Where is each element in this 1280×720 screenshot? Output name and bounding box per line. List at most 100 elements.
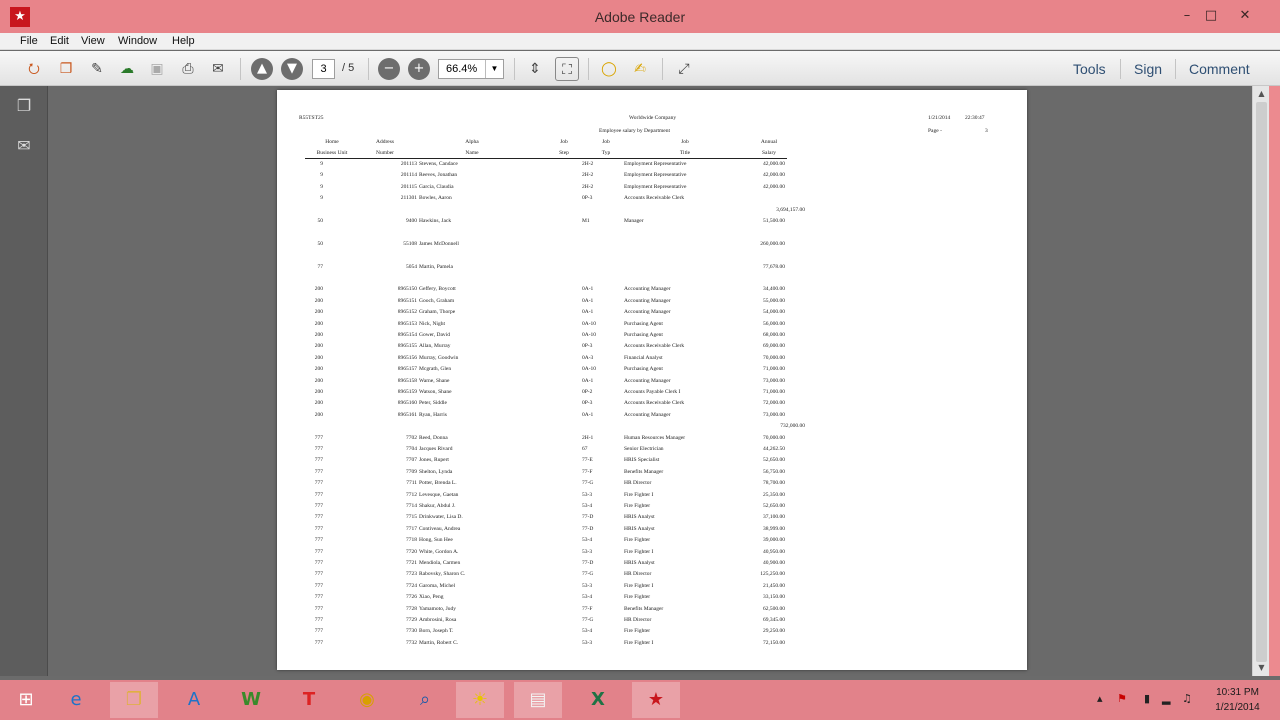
column-header: Alpha [465, 139, 479, 145]
table-cell: Garoma, Michel [419, 582, 456, 589]
table-cell: 50 [317, 218, 324, 224]
windows-start-icon[interactable]: ⊞ [2, 682, 50, 718]
minimize-button[interactable]: – [1176, 6, 1198, 26]
table-cell: Employment Representative [624, 172, 687, 179]
acrobat-icon[interactable]: ★ [632, 682, 680, 718]
attachments-icon[interactable]: ✉ [14, 136, 34, 158]
table-cell: 21,450.00 [763, 582, 785, 589]
table-cell: 62,500.00 [763, 605, 785, 612]
table-cell: 40,900.00 [763, 560, 785, 566]
menu-help[interactable]: Help [172, 34, 195, 47]
chrome-icon[interactable]: ◉ [343, 682, 391, 718]
zoom-select[interactable]: 66.4% ▼ [438, 59, 504, 79]
edit-pdf-icon[interactable]: ✎ [85, 57, 109, 81]
table-cell: 7729 [406, 617, 417, 623]
scroll-down-icon[interactable]: ▼ [1253, 661, 1270, 675]
sign-button[interactable]: Sign [1134, 61, 1162, 77]
close-button[interactable]: ✕ [1234, 6, 1256, 26]
fit-page-icon[interactable]: ⛶ [555, 57, 579, 81]
zoom-out-icon[interactable]: − [378, 58, 400, 80]
scroll-up-icon[interactable]: ▲ [1253, 87, 1270, 101]
table-cell: 200 [314, 343, 323, 350]
excel-icon[interactable]: X [574, 682, 622, 718]
table-cell: 42,000.00 [763, 172, 785, 179]
save-icon[interactable]: ▣ [145, 57, 169, 81]
column-header: Job [681, 139, 689, 145]
previous-page-icon[interactable]: ▲ [251, 58, 273, 80]
table-cell: 0A-1 [582, 297, 594, 304]
page-thumbnails-icon[interactable]: ❐ [14, 96, 34, 118]
table-cell: 200 [314, 332, 323, 338]
pdf-page: R55TST25 Worldwide Company 1/21/2014 22:… [277, 90, 1027, 670]
t-app-icon[interactable]: T [285, 682, 333, 718]
scroll-thumb[interactable] [1256, 102, 1267, 662]
table-cell: 56,000.00 [763, 320, 785, 327]
table-cell: 201114 [400, 172, 417, 179]
internet-explorer-icon[interactable]: e [52, 682, 100, 718]
table-cell: James McDonnell [419, 240, 459, 247]
menu-window[interactable]: Window [118, 34, 157, 47]
fit-width-icon[interactable]: ⇕ [523, 57, 547, 81]
combine-files-icon[interactable]: ❐ [54, 57, 78, 81]
toolbar-separator [514, 58, 515, 80]
table-cell: 777 [314, 537, 323, 544]
toolbar-separator [240, 58, 241, 80]
show-hidden-icons[interactable]: ▴ [1097, 692, 1103, 705]
table-cell: 7723 [406, 571, 417, 578]
menu-file[interactable]: File [20, 34, 38, 47]
table-cell: 54,000.00 [763, 309, 785, 316]
folder-icon[interactable]: ▤ [514, 682, 562, 718]
maximize-button[interactable]: □ [1200, 6, 1222, 26]
comment-button[interactable]: Comment [1189, 61, 1250, 77]
next-page-icon[interactable]: ▼ [281, 58, 303, 80]
page-number-input[interactable]: 3 [312, 59, 335, 79]
table-cell: 0A-1 [582, 309, 594, 316]
table-cell: 53-4 [582, 594, 593, 601]
zoom-in-icon[interactable]: + [408, 58, 430, 80]
highlight-text-icon[interactable]: ✍ [628, 57, 652, 81]
battery-icon[interactable]: ▮ [1144, 692, 1150, 705]
table-cell: 8965151 [397, 297, 417, 304]
table-cell: 53-3 [582, 582, 593, 589]
table-cell: 8965157 [397, 366, 417, 373]
table-cell: 77-D [582, 525, 594, 532]
table-cell: 8965159 [397, 389, 417, 395]
table-cell: Reed, Donna [419, 434, 448, 441]
tools-button[interactable]: Tools [1073, 61, 1106, 77]
column-header: Annual [760, 139, 778, 145]
search-app-icon[interactable]: ⌕ [401, 682, 449, 718]
cloud-upload-icon[interactable]: ☁ [115, 57, 139, 81]
file-explorer-icon[interactable]: ❐ [110, 682, 158, 718]
action-center-icon[interactable]: ⚑ [1117, 692, 1127, 705]
table-cell: Accounting Manager [624, 377, 671, 384]
sticky-note-icon[interactable]: ◯ [597, 57, 621, 81]
create-pdf-icon[interactable]: ⭮ [22, 57, 46, 81]
vertical-scrollbar[interactable]: ▲ ▼ [1252, 86, 1269, 676]
chevron-down-icon[interactable]: ▼ [485, 60, 503, 78]
table-cell: 7711 [406, 480, 417, 487]
table-cell: 0A-1 [582, 411, 594, 418]
word-icon[interactable]: W [227, 682, 275, 718]
table-cell: HRIS Analyst [624, 560, 655, 566]
table-cell: 777 [314, 548, 323, 555]
table-cell: 0A-3 [582, 354, 594, 361]
volume-icon[interactable]: ♫ [1182, 692, 1192, 705]
table-cell: 52,650.00 [763, 503, 785, 509]
table-cell: Shelton, Lynda [419, 468, 453, 475]
app-store-icon[interactable]: A [170, 682, 218, 718]
menu-edit[interactable]: Edit [50, 34, 69, 47]
table-cell: 200 [314, 377, 323, 384]
print-icon[interactable]: ⎙ [176, 57, 200, 81]
column-header: Home [325, 139, 339, 145]
table-cell: 42,000.00 [763, 183, 785, 190]
full-screen-icon[interactable]: ⤢ [672, 57, 696, 81]
menu-view[interactable]: View [81, 34, 105, 47]
table-cell: Rabovsky, Sharon C. [419, 571, 466, 578]
email-icon[interactable]: ✉ [206, 57, 230, 81]
table-cell: 77 [317, 263, 324, 270]
group-total: 732,000.00 [780, 423, 805, 430]
table-cell: 9 [320, 172, 323, 179]
network-icon[interactable]: ▂ [1162, 692, 1170, 705]
bulb-icon[interactable]: ☀ [456, 682, 504, 718]
system-clock[interactable]: 10:31 PM 1/21/2014 [1205, 685, 1270, 715]
